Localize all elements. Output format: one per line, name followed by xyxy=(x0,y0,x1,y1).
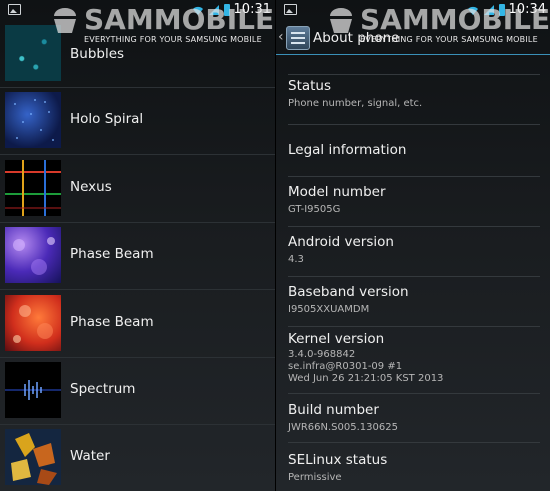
wallpaper-item-bubbles[interactable]: Bubbles xyxy=(0,20,275,88)
back-chevron-icon[interactable]: ‹ xyxy=(278,29,284,45)
about-item-android-version[interactable]: Android version 4.3 xyxy=(288,234,540,277)
item-title: Legal information xyxy=(288,142,407,158)
wallpaper-thumbnail xyxy=(5,429,61,485)
wallpaper-thumbnail xyxy=(5,362,61,418)
item-subtitle: 4.3 xyxy=(288,254,304,265)
wallpaper-thumbnail xyxy=(5,92,61,148)
wallpaper-item-holo-spiral[interactable]: Holo Spiral xyxy=(0,87,275,155)
clock: 10:34 xyxy=(508,2,546,17)
item-title: SELinux status xyxy=(288,452,388,468)
wifi-icon xyxy=(467,6,478,15)
wallpaper-label: Nexus xyxy=(70,179,112,195)
battery-icon xyxy=(223,3,230,16)
item-title: Status xyxy=(288,78,332,94)
wallpaper-label: Phase Beam xyxy=(70,246,154,262)
wallpaper-list-pane: Bubbles Holo Spiral Nexus Phase Beam Pha… xyxy=(0,0,275,491)
wallpaper-item-phase-beam-red[interactable]: Phase Beam xyxy=(0,290,275,358)
item-subtitle: I9505XXUAMDM xyxy=(288,304,370,315)
item-title: Android version xyxy=(288,234,394,250)
about-item-status[interactable]: Status Phone number, signal, etc. xyxy=(288,78,540,125)
wallpaper-item-water[interactable]: Water xyxy=(0,424,275,491)
about-item-kernel-version: Kernel version 3.4.0-968842 se.infra@R03… xyxy=(288,331,540,394)
item-subtitle: JWR66N.S005.130625 xyxy=(288,422,398,433)
about-item-baseband-version: Baseband version I9505XXUAMDM xyxy=(288,284,540,327)
page-title: About phone xyxy=(313,30,400,46)
about-item-legal-information[interactable]: Legal information xyxy=(288,136,540,177)
signal-icon xyxy=(483,4,494,15)
partial-list-item xyxy=(288,56,540,75)
item-title: Kernel version xyxy=(288,331,385,347)
wallpaper-item-phase-beam-purple[interactable]: Phase Beam xyxy=(0,222,275,290)
status-bar: 10:34 xyxy=(276,0,550,20)
signal-icon xyxy=(208,4,219,15)
item-title: Baseband version xyxy=(288,284,409,300)
item-subtitle: Permissive xyxy=(288,472,342,483)
item-subtitle: GT-I9505G xyxy=(288,204,341,215)
wallpaper-thumbnail xyxy=(5,25,61,81)
wallpaper-label: Spectrum xyxy=(70,381,136,397)
about-item-selinux-status: SELinux status Permissive xyxy=(288,452,540,488)
wallpaper-thumbnail xyxy=(5,227,61,283)
about-item-model-number: Model number GT-I9505G xyxy=(288,184,540,227)
wallpaper-label: Phase Beam xyxy=(70,314,154,330)
item-subtitle: Phone number, signal, etc. xyxy=(288,98,423,109)
settings-app-icon[interactable] xyxy=(286,26,310,50)
status-bar: 10:31 xyxy=(0,0,275,20)
about-phone-pane: ‹ About phone Status Phone number, signa… xyxy=(276,0,550,491)
wallpaper-thumbnail xyxy=(5,160,61,216)
about-item-build-number[interactable]: Build number JWR66N.S005.130625 xyxy=(288,402,540,443)
item-title: Model number xyxy=(288,184,386,200)
wallpaper-item-spectrum[interactable]: Spectrum xyxy=(0,357,275,425)
wallpaper-label: Water xyxy=(70,448,110,464)
gallery-notification-icon xyxy=(284,4,297,15)
action-bar: ‹ About phone xyxy=(276,22,550,55)
gallery-notification-icon xyxy=(8,4,21,15)
wallpaper-thumbnail xyxy=(5,295,61,351)
item-subtitle: 3.4.0-968842 se.infra@R0301-09 #1 Wed Ju… xyxy=(288,349,444,384)
clock: 10:31 xyxy=(233,2,271,17)
wallpaper-item-nexus[interactable]: Nexus xyxy=(0,155,275,223)
wallpaper-label: Bubbles xyxy=(70,46,125,62)
wallpaper-label: Holo Spiral xyxy=(70,111,144,127)
item-title: Build number xyxy=(288,402,379,418)
wifi-icon xyxy=(192,6,203,15)
battery-icon xyxy=(498,3,505,16)
